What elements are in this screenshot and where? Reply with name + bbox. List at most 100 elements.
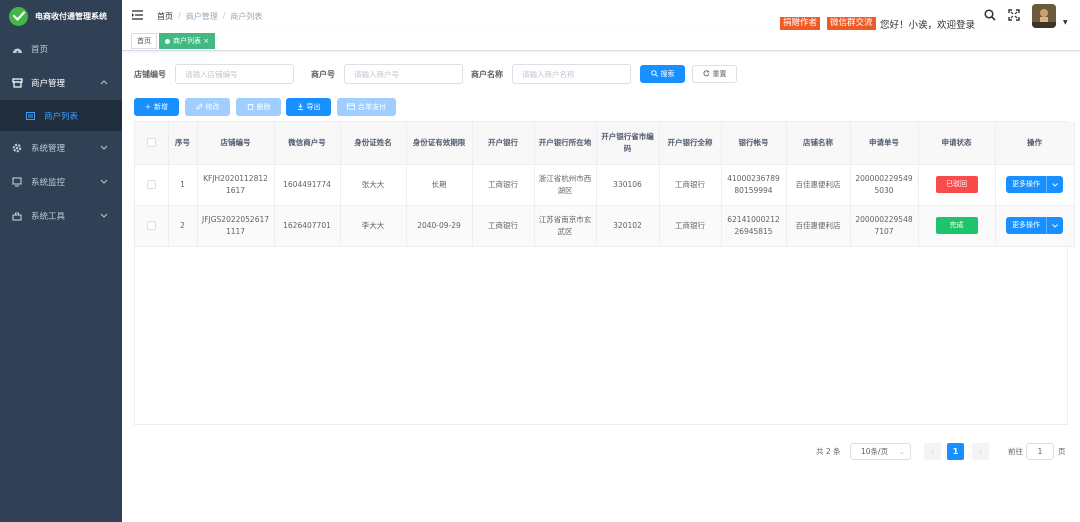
table-row[interactable]: 1 KFJH20201128121617 1604491774 张大大 长期 工… bbox=[135, 164, 1075, 206]
sidebar-item-home[interactable]: 首页 bbox=[0, 32, 122, 66]
store-no-input[interactable] bbox=[175, 64, 294, 84]
store-no-label: 店铺编号 bbox=[134, 70, 166, 79]
sidebar-item-merchant-mgmt[interactable]: 商户管理 bbox=[0, 66, 122, 100]
merchant-name-input[interactable] bbox=[512, 64, 631, 84]
cell-wx-merchant: 1604491774 bbox=[274, 164, 341, 206]
logo: 电商收付通管理系统 bbox=[0, 0, 122, 32]
search-button-label: 搜索 bbox=[660, 70, 675, 78]
dashboard-icon bbox=[11, 43, 23, 55]
column-header: 开户银行全称 bbox=[659, 122, 722, 165]
refresh-icon bbox=[702, 69, 710, 79]
chevron-down-icon bbox=[100, 143, 108, 153]
more-actions-dropdown[interactable]: 更多操作 bbox=[1006, 176, 1063, 193]
add-button[interactable]: + 新增 bbox=[134, 98, 179, 116]
sidebar-item-merchant-list[interactable]: 商户列表 bbox=[0, 100, 122, 131]
cell-store-name: 百佳惠便利店 bbox=[786, 164, 851, 206]
chevron-up-icon bbox=[100, 78, 108, 88]
search-icon[interactable] bbox=[984, 9, 996, 23]
cell-id-name: 李大大 bbox=[340, 205, 407, 247]
more-actions-button[interactable]: 更多操作 bbox=[1006, 217, 1046, 234]
fullscreen-icon[interactable] bbox=[1008, 9, 1020, 23]
cell-action: 更多操作 bbox=[995, 205, 1075, 247]
breadcrumb-separator: / bbox=[222, 11, 226, 20]
active-dot-icon bbox=[165, 38, 170, 44]
cell-id-expire: 长期 bbox=[406, 164, 473, 206]
caret-down-icon[interactable]: ▼ bbox=[1063, 19, 1068, 26]
navbar: 首页 / 商户管理 / 商户列表 捐赠作者 微信群交流 您好！小诶，欢迎登录 ▼ bbox=[122, 0, 1080, 32]
sidebar-item-label: 系统监控 bbox=[31, 178, 66, 188]
page-size-select[interactable]: 10条/页 ⌄ bbox=[850, 443, 911, 460]
row-select[interactable] bbox=[135, 164, 169, 206]
header-select-all[interactable] bbox=[135, 122, 169, 165]
gear-icon bbox=[11, 142, 23, 154]
tab-home[interactable]: 首页 bbox=[131, 33, 157, 49]
add-button-label: 新增 bbox=[153, 103, 168, 111]
trash-icon bbox=[246, 103, 254, 112]
sidebar-item-system-tools[interactable]: 系统工具 bbox=[0, 199, 122, 233]
reset-button[interactable]: 重置 bbox=[692, 65, 737, 83]
cell-bank-location: 浙江省杭州市西湖区 bbox=[534, 164, 597, 206]
column-header: 身份证姓名 bbox=[340, 122, 407, 165]
cell-bank-code: 330106 bbox=[596, 164, 660, 206]
app-title: 电商收付通管理系统 bbox=[35, 11, 107, 21]
cell-id-name: 张大大 bbox=[340, 164, 407, 206]
sponsor-link[interactable]: 捐赠作者 bbox=[780, 17, 821, 30]
search-icon bbox=[650, 69, 658, 79]
status-badge: 完成 bbox=[935, 217, 978, 234]
delete-button[interactable]: 删除 bbox=[236, 98, 281, 116]
sidebar-item-label: 系统管理 bbox=[31, 144, 66, 154]
list-icon bbox=[24, 110, 36, 122]
combine-pay-button[interactable]: 合单支付 bbox=[337, 98, 396, 116]
cell-bank-account: 6214100021226945815 bbox=[721, 205, 787, 247]
table-row[interactable]: 2 JFJGS20220526171117 1626407701 李大大 204… bbox=[135, 205, 1075, 247]
row-select[interactable] bbox=[135, 205, 169, 247]
column-header: 银行帐号 bbox=[721, 122, 787, 165]
plus-icon: + bbox=[145, 103, 151, 111]
welcome-text: 您好！小诶，欢迎登录 bbox=[880, 20, 976, 31]
sidebar-item-system-mgmt[interactable]: 系统管理 bbox=[0, 131, 122, 165]
export-button[interactable]: 导出 bbox=[286, 98, 331, 116]
column-header: 微信商户号 bbox=[274, 122, 341, 165]
column-header: 身份证有效期限 bbox=[406, 122, 473, 165]
tab-merchant-list[interactable]: 商户列表 × bbox=[159, 33, 216, 49]
merchant-no-input[interactable] bbox=[344, 64, 463, 84]
cell-store-no: KFJH20201128121617 bbox=[197, 164, 275, 206]
chevron-down-icon[interactable] bbox=[1046, 217, 1063, 234]
checkbox[interactable] bbox=[146, 221, 156, 230]
search-button[interactable]: 搜索 bbox=[640, 65, 685, 83]
cell-status: 已驳回 bbox=[918, 164, 996, 206]
merchant-name-label: 商户名称 bbox=[471, 70, 503, 79]
download-icon bbox=[297, 102, 304, 112]
sidebar-item-label: 商户管理 bbox=[31, 79, 66, 89]
more-actions-dropdown[interactable]: 更多操作 bbox=[1006, 217, 1063, 234]
tags-view: 首页 商户列表 × bbox=[122, 32, 1080, 51]
close-icon[interactable]: × bbox=[203, 37, 209, 45]
hamburger-icon[interactable] bbox=[132, 10, 143, 22]
cell-bank-location: 江苏省南京市玄武区 bbox=[534, 205, 597, 247]
chevron-down-icon bbox=[100, 211, 108, 221]
pagination-total: 共 2 条 bbox=[816, 447, 841, 456]
more-actions-button[interactable]: 更多操作 bbox=[1006, 176, 1046, 193]
prev-page-button[interactable]: ‹ bbox=[924, 443, 941, 460]
breadcrumb-merchant-mgmt[interactable]: 商户管理 bbox=[186, 11, 218, 22]
status-badge: 已驳回 bbox=[935, 176, 978, 193]
checkbox[interactable] bbox=[146, 138, 156, 148]
goto-page-input[interactable]: 1 bbox=[1026, 443, 1054, 460]
page-number-current[interactable]: 1 bbox=[947, 443, 964, 460]
cell-index: 2 bbox=[168, 205, 198, 247]
cell-index: 1 bbox=[168, 164, 198, 206]
breadcrumb-home[interactable]: 首页 bbox=[157, 11, 173, 22]
sidebar-item-system-monitor[interactable]: 系统监控 bbox=[0, 165, 122, 199]
chevron-down-icon[interactable] bbox=[1046, 176, 1063, 193]
tab-label: 商户列表 bbox=[173, 37, 201, 45]
cell-status: 完成 bbox=[918, 205, 996, 247]
wechat-group-link[interactable]: 微信群交流 bbox=[827, 17, 876, 30]
cell-store-no: JFJGS20220526171117 bbox=[197, 205, 275, 247]
avatar[interactable] bbox=[1032, 4, 1056, 28]
checkbox[interactable] bbox=[146, 180, 156, 189]
next-page-button[interactable]: › bbox=[972, 443, 989, 460]
merchant-no-label: 商户号 bbox=[311, 70, 335, 79]
card-icon bbox=[347, 102, 355, 112]
edit-button[interactable]: 修改 bbox=[185, 98, 230, 116]
sidebar: 电商收付通管理系统 首页 商户管理 商户列表 系统管理 系统监控 系统工具 bbox=[0, 0, 122, 522]
